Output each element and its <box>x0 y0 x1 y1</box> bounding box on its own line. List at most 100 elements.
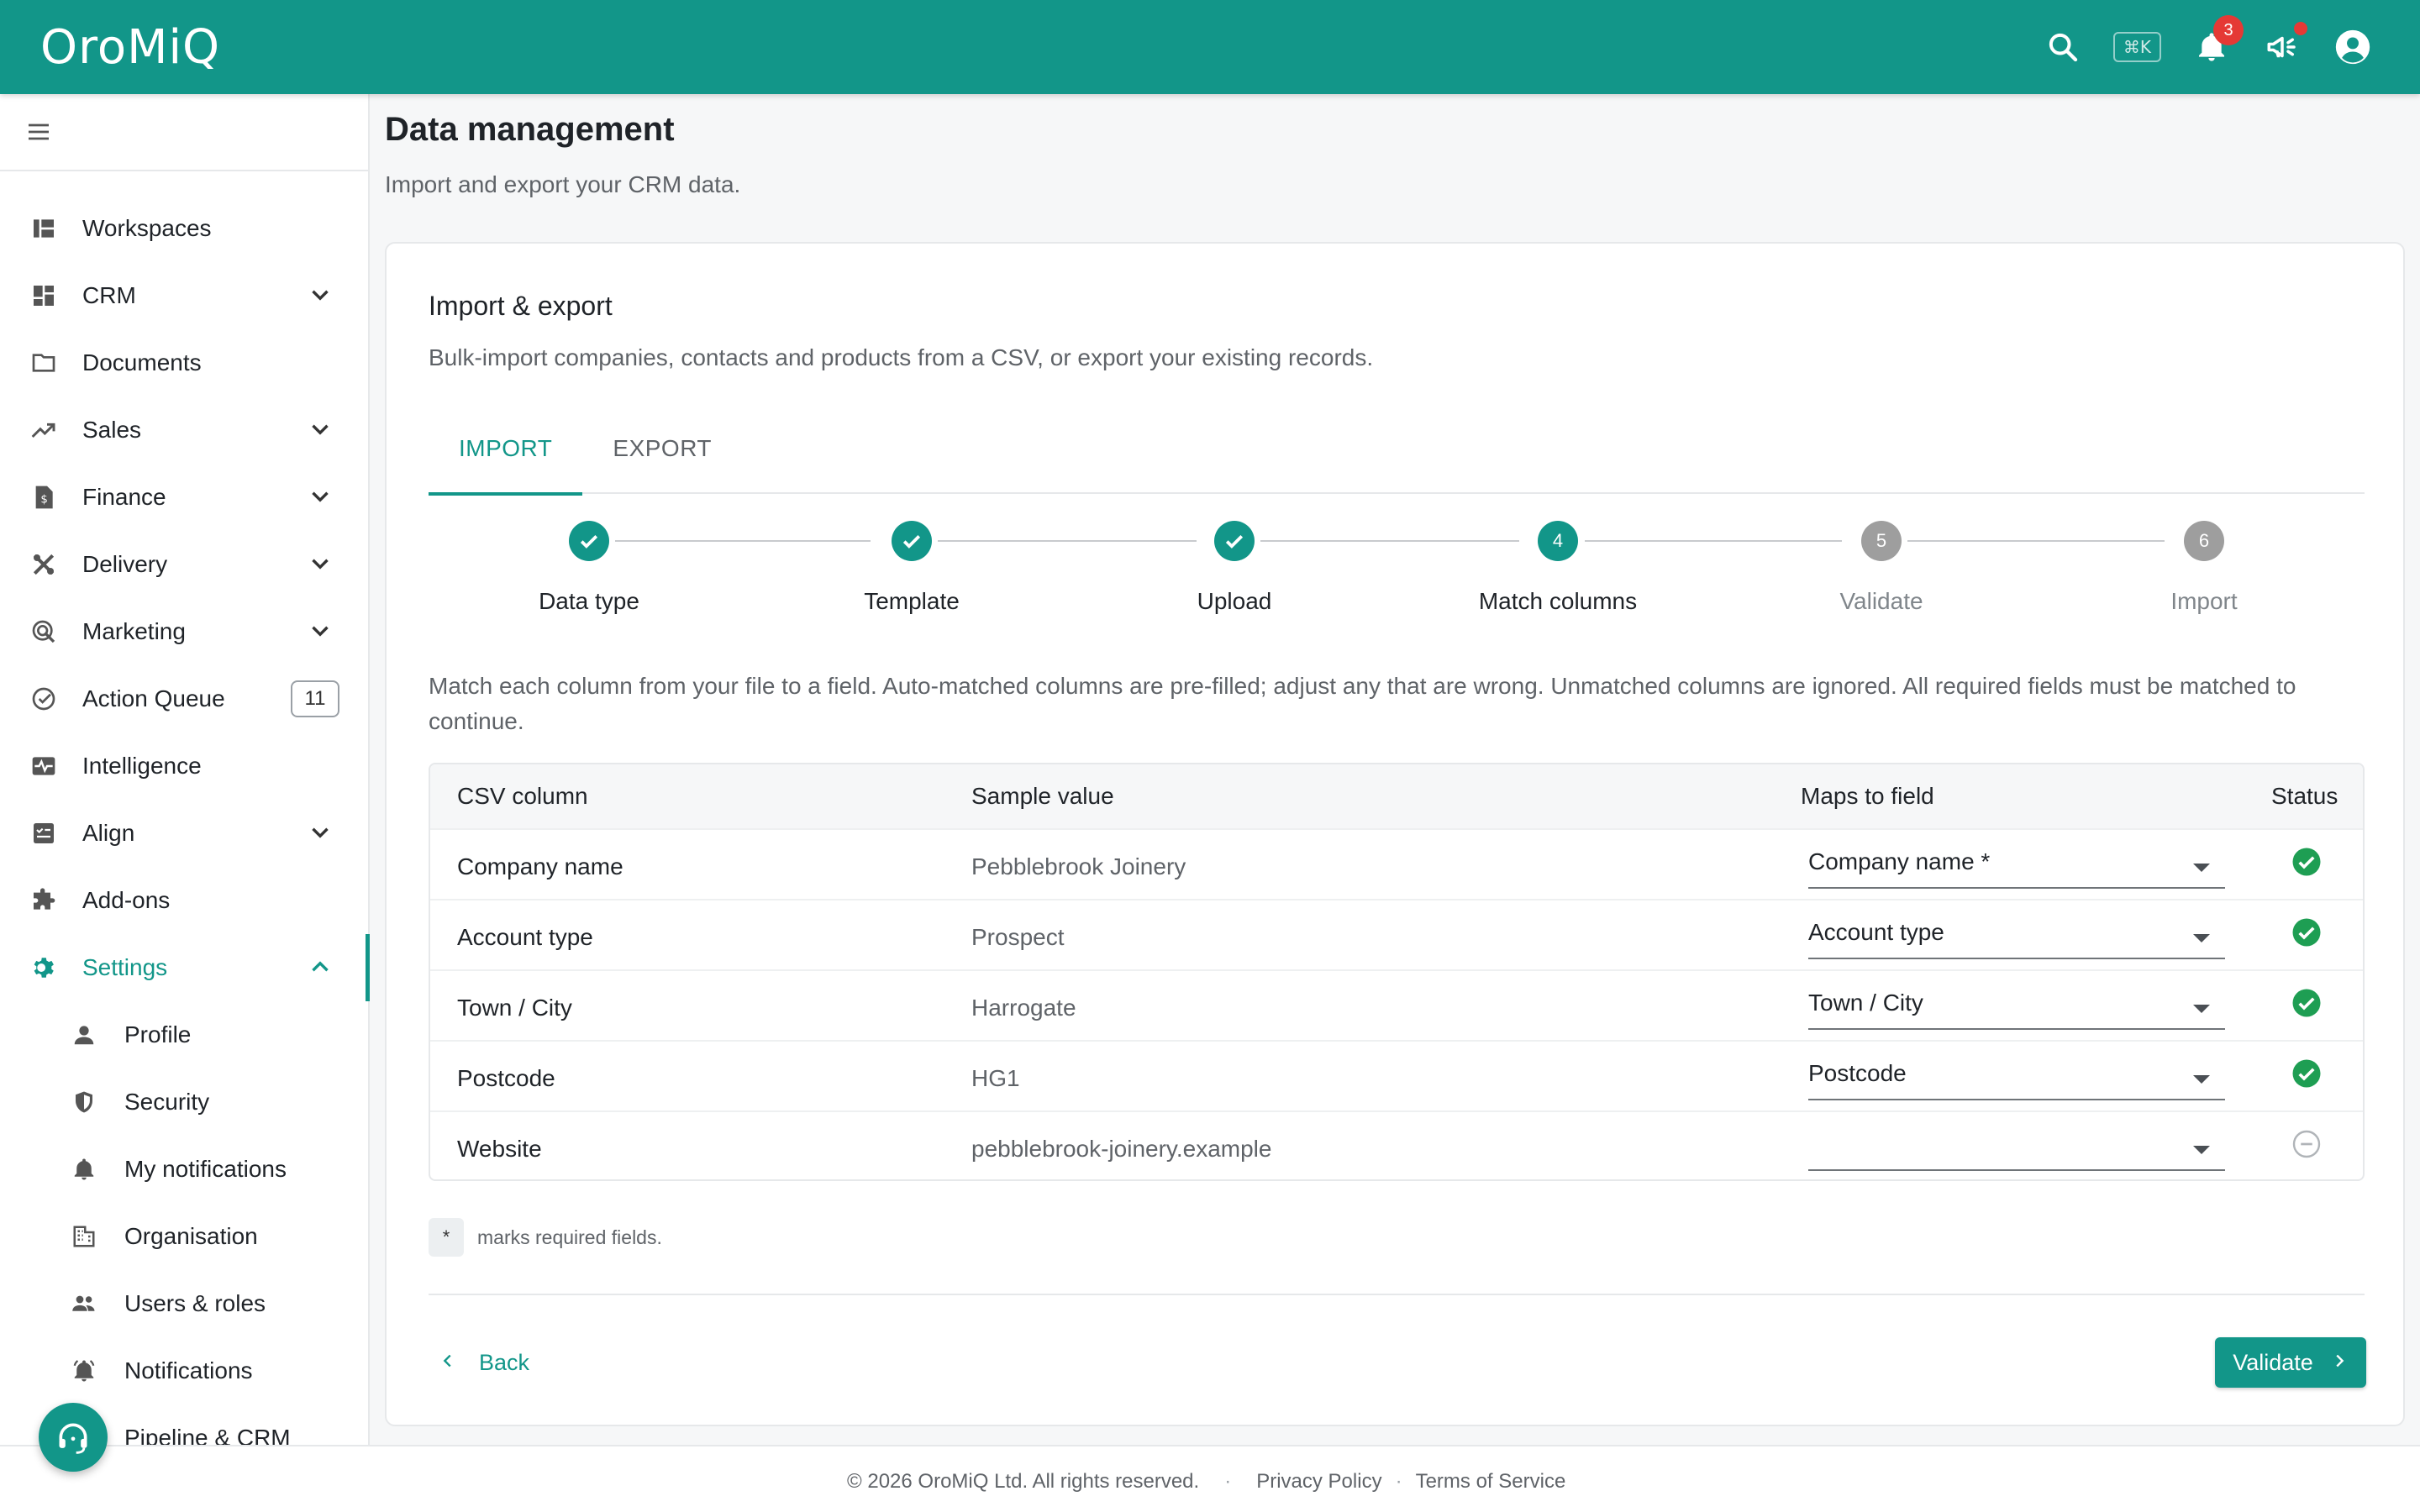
back-button[interactable]: Back <box>429 1337 539 1388</box>
field-mapping-select[interactable] <box>1808 1121 2225 1171</box>
card-subtitle: Bulk-import companies, contacts and prod… <box>429 344 1374 370</box>
footer-separator: · <box>1224 1470 1232 1493</box>
chevron-down-icon[interactable] <box>306 482 334 515</box>
grid-icon <box>29 281 59 311</box>
tab-export[interactable]: EXPORT <box>582 403 742 494</box>
import-export-card: Import & export Bulk-import companies, c… <box>385 242 2405 1426</box>
sidebar-item-marketing[interactable]: Marketing <box>0 598 368 665</box>
table-header: CSV column Sample value Maps to field St… <box>430 764 2363 828</box>
shield-icon <box>69 1087 99 1117</box>
copyright-text: © 2026 OroMiQ Ltd. All rights reserved. <box>847 1470 1200 1493</box>
sidebar-item-workspaces[interactable]: Workspaces <box>0 195 368 262</box>
sub-item-label: Profile <box>124 1021 192 1047</box>
sidebar-item-label: CRM <box>82 282 136 308</box>
chevron-down-icon[interactable] <box>306 415 334 448</box>
bell-ring-icon <box>69 1356 99 1386</box>
sidebar-item-label: Documents <box>82 349 202 375</box>
sidebar-item-action-queue[interactable]: Action Queue 11 <box>0 665 368 732</box>
step-upload: Upload <box>1108 521 1360 615</box>
field-mapping-select[interactable]: Account type <box>1808 909 2225 959</box>
building-icon <box>69 1221 99 1252</box>
announcements-button[interactable] <box>2262 22 2307 67</box>
search-icon[interactable] <box>2043 27 2083 67</box>
required-fields-note: * marks required fields. <box>429 1218 662 1257</box>
dropdown-arrow-icon <box>2193 1146 2210 1154</box>
step-label: Import <box>2170 588 2238 614</box>
top-app-bar: OroMiQ ⌘K 3 <box>0 0 2420 94</box>
table-row: Account type Prospect Account type <box>430 899 2363 969</box>
import-stepper: Data type Template Upload 4 Match column… <box>429 521 2365 638</box>
settings-sub-item-notifications[interactable]: Notifications <box>0 1337 368 1404</box>
command-shortcut-hint[interactable]: ⌘K <box>2112 32 2161 62</box>
chevron-up-icon[interactable] <box>306 953 334 985</box>
sub-item-label: My notifications <box>124 1156 287 1182</box>
sidebar-item-settings[interactable]: Settings <box>0 934 370 1001</box>
sidebar-item-label: Sales <box>82 417 142 443</box>
chevron-down-icon[interactable] <box>306 617 334 649</box>
divider <box>429 1294 2365 1295</box>
megaphone-icon <box>2267 36 2296 58</box>
trending-up-icon <box>29 415 59 445</box>
header-sample-value: Sample value <box>971 783 1114 809</box>
settings-sub-item-organisation[interactable]: Organisation <box>0 1203 368 1270</box>
sidebar-item-finance[interactable]: $ Finance <box>0 464 368 531</box>
sidebar-item-align[interactable]: Align <box>0 800 368 867</box>
dashboard-icon <box>29 213 59 244</box>
sidebar-item-label: Align <box>82 820 135 846</box>
settings-sub-item-users-roles[interactable]: Users & roles <box>0 1270 368 1337</box>
step-label: Upload <box>1197 588 1272 614</box>
settings-sub-item-profile[interactable]: Profile <box>0 1001 368 1068</box>
menu-icon <box>29 123 49 140</box>
privacy-policy-link[interactable]: Privacy Policy <box>1256 1470 1381 1494</box>
terms-of-service-link[interactable]: Terms of Service <box>1416 1470 1566 1494</box>
notifications-bell-button[interactable]: 3 <box>2191 15 2244 67</box>
sidebar-item-sales[interactable]: Sales <box>0 396 368 464</box>
folder-icon <box>29 348 59 378</box>
sidebar-item-add-ons[interactable]: Add-ons <box>0 867 368 934</box>
settings-sub-item-my-notifications[interactable]: My notifications <box>0 1136 368 1203</box>
ignored-minus-icon <box>2291 1129 2322 1159</box>
sidebar-item-label: Marketing <box>82 618 186 644</box>
sidebar-item-documents[interactable]: Documents <box>0 329 368 396</box>
footer-content: © 2026 OroMiQ Ltd. All rights reserved. … <box>847 1470 1565 1494</box>
matched-check-icon <box>2291 1058 2322 1089</box>
chevron-down-icon[interactable] <box>306 281 334 313</box>
step-label: Data type <box>539 588 639 614</box>
unread-dot <box>2294 22 2307 35</box>
sidebar-collapse-button[interactable] <box>0 94 368 171</box>
chevron-down-icon[interactable] <box>306 549 334 582</box>
field-mapping-select[interactable]: Postcode <box>1808 1050 2225 1100</box>
person-icon <box>69 1020 99 1050</box>
dropdown-arrow-icon <box>2193 1075 2210 1084</box>
field-mapping-select[interactable]: Town / City <box>1808 979 2225 1030</box>
csv-column-cell: Company name <box>457 853 623 879</box>
sidebar-item-delivery[interactable]: Delivery <box>0 531 368 598</box>
target-click-icon <box>29 617 59 647</box>
step-number: 5 <box>1861 521 1902 561</box>
settings-sub-item-security[interactable]: Security <box>0 1068 368 1136</box>
selected-field: Town / City <box>1808 990 1923 1016</box>
validate-button[interactable]: Validate <box>2215 1337 2366 1388</box>
dropdown-arrow-icon <box>2193 864 2210 872</box>
field-mapping-select[interactable]: Company name * <box>1808 838 2225 889</box>
column-mapping-table: CSV column Sample value Maps to field St… <box>429 763 2365 1181</box>
required-asterisk-chip: * <box>429 1218 464 1257</box>
sidebar-item-crm[interactable]: CRM <box>0 262 368 329</box>
support-fab-button[interactable] <box>39 1403 108 1472</box>
account-button[interactable] <box>2333 27 2373 67</box>
tab-import[interactable]: IMPORT <box>429 403 583 496</box>
app-logo[interactable]: OroMiQ <box>40 20 220 75</box>
chevron-down-icon[interactable] <box>306 818 334 851</box>
pulse-icon <box>29 751 59 781</box>
footer-separator: · <box>1395 1470 1402 1493</box>
chevron-left-icon <box>439 1350 457 1376</box>
match-instructions: Match each column from your file to a fi… <box>429 673 2296 734</box>
table-row: Postcode HG1 Postcode <box>430 1040 2363 1110</box>
gear-icon <box>29 953 59 983</box>
table-row: Town / City Harrogate Town / City <box>430 969 2363 1040</box>
sub-item-label: Organisation <box>124 1223 258 1249</box>
sidebar-item-intelligence[interactable]: Intelligence <box>0 732 368 800</box>
sidebar-item-label: Action Queue <box>82 685 225 711</box>
step-label: Validate <box>1839 588 1923 614</box>
matched-check-icon <box>2291 847 2322 877</box>
